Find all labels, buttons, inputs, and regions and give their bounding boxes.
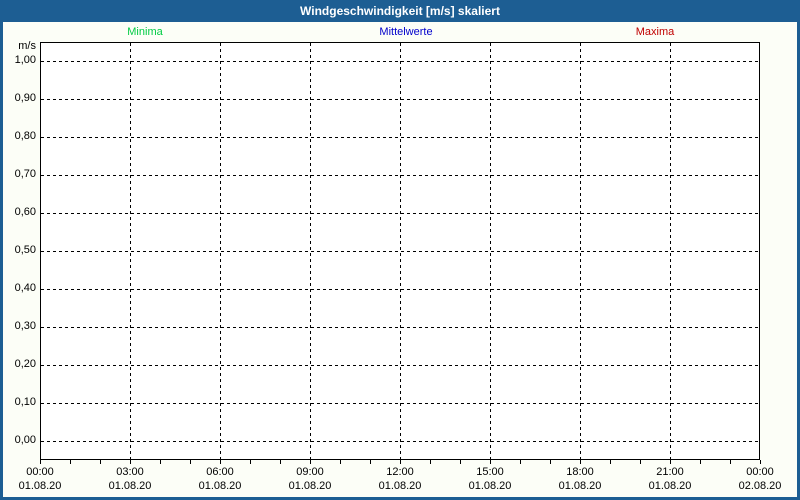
x-axis-tick	[670, 460, 671, 464]
x-axis-tick	[310, 460, 311, 464]
x-axis-tick	[280, 460, 281, 464]
x-axis-tick	[220, 460, 221, 464]
x-axis-tick	[430, 460, 431, 464]
x-axis-tick	[190, 460, 191, 464]
x-gridline	[400, 43, 401, 459]
x-time-label: 21:00	[656, 466, 684, 478]
x-date-label: 01.08.20	[469, 480, 512, 492]
x-axis-tick	[490, 460, 491, 464]
x-axis-tick	[130, 460, 131, 464]
x-axis-tick	[700, 460, 701, 464]
chart-content-area: Minima Mittelwerte Maxima m/s 1,00 0,90 0,…	[3, 22, 797, 497]
y-tick-label: 0,70	[3, 168, 36, 181]
y-tick-label: 1,00	[3, 54, 36, 67]
x-date-label: 01.08.20	[649, 480, 692, 492]
x-date-label: 02.08.20	[739, 480, 782, 492]
x-time-label: 00:00	[746, 466, 774, 478]
x-axis-tick	[100, 460, 101, 464]
x-axis-tick	[550, 460, 551, 464]
chart-window: Windgeschwindigkeit [m/s] skaliert Minim…	[0, 0, 800, 500]
x-axis-tick	[40, 460, 41, 464]
y-tick-label: 0,90	[3, 92, 36, 105]
x-axis-tick	[160, 460, 161, 464]
x-gridline	[310, 43, 311, 459]
chart-plot-area	[40, 42, 760, 460]
x-axis-tick	[730, 460, 731, 464]
x-axis-tick	[250, 460, 251, 464]
y-tick-label: 0,20	[3, 358, 36, 371]
x-axis-tick	[70, 460, 71, 464]
x-axis-tick	[520, 460, 521, 464]
y-tick-label: 0,30	[3, 320, 36, 333]
y-tick-label: 0,00	[3, 434, 36, 447]
x-date-label: 01.08.20	[19, 480, 62, 492]
x-date-label: 01.08.20	[109, 480, 152, 492]
x-gridline	[670, 43, 671, 459]
x-time-label: 12:00	[386, 466, 414, 478]
chart-title-bar: Windgeschwindigkeit [m/s] skaliert	[0, 0, 800, 22]
x-gridline	[220, 43, 221, 459]
x-date-label: 01.08.20	[199, 480, 242, 492]
x-date-label: 01.08.20	[559, 480, 602, 492]
legend-item-mittelwerte: Mittelwerte	[379, 26, 432, 39]
y-tick-label: 0,50	[3, 244, 36, 257]
x-time-label: 09:00	[296, 466, 324, 478]
y-axis-unit-label: m/s	[3, 40, 36, 53]
x-axis-tick	[760, 460, 761, 464]
x-date-label: 01.08.20	[289, 480, 332, 492]
legend-item-minima: Minima	[127, 26, 162, 39]
x-time-label: 18:00	[566, 466, 594, 478]
x-axis-tick	[370, 460, 371, 464]
y-tick-label: 0,40	[3, 282, 36, 295]
x-axis-tick	[580, 460, 581, 464]
x-axis-tick	[640, 460, 641, 464]
x-axis-tick	[610, 460, 611, 464]
legend-item-maxima: Maxima	[636, 26, 675, 39]
x-time-label: 03:00	[116, 466, 144, 478]
x-gridline	[580, 43, 581, 459]
y-tick-label: 0,10	[3, 396, 36, 409]
x-date-label: 01.08.20	[379, 480, 422, 492]
y-tick-label: 0,60	[3, 206, 36, 219]
x-axis-tick	[400, 460, 401, 464]
x-time-label: 15:00	[476, 466, 504, 478]
chart-title: Windgeschwindigkeit [m/s] skaliert	[300, 4, 500, 18]
x-time-label: 00:00	[26, 466, 54, 478]
y-tick-label: 0,80	[3, 130, 36, 143]
x-gridline	[130, 43, 131, 459]
x-time-label: 06:00	[206, 466, 234, 478]
x-axis-tick	[340, 460, 341, 464]
x-axis-tick	[460, 460, 461, 464]
x-gridline	[490, 43, 491, 459]
